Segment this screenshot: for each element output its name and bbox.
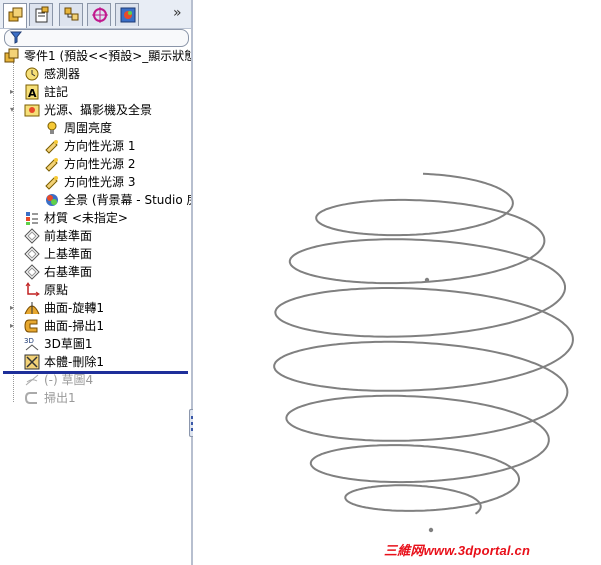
tree-item-label: 3D草圖1 — [44, 337, 93, 351]
tree-item-label: 光源、攝影機及全景 — [44, 103, 153, 117]
tab-display-manager[interactable] — [115, 3, 139, 26]
directional-light-icon — [45, 140, 58, 154]
expand-panel-button[interactable]: » — [173, 5, 182, 21]
helix-start-point[interactable] — [424, 277, 430, 283]
tree-item-label: 全景 (背景幕 - Studio 房間 — [64, 193, 211, 207]
tree-item-label: 右基準面 — [44, 265, 93, 279]
manager-tab-bar: » — [0, 0, 191, 29]
plane-icon — [24, 246, 40, 262]
graphics-viewport[interactable] — [193, 0, 601, 565]
tree-item-label: 方向性光源 1 — [64, 139, 136, 153]
sensor-icon — [25, 67, 39, 81]
tree-expander[interactable]: ▸ — [10, 304, 16, 312]
tree-item-label: 上基準面 — [44, 247, 93, 261]
svg-text:3D: 3D — [24, 337, 34, 345]
tree-item-label: 曲面-掃出1 — [44, 319, 104, 333]
property-manager-icon — [35, 6, 49, 23]
lights-cameras-icon — [24, 104, 40, 117]
delete-body-icon — [24, 354, 40, 370]
sweep-surface-icon — [24, 319, 38, 333]
helix-end-point[interactable] — [428, 527, 434, 533]
tree-root-label: 零件1 (預設<<預設>_顯示狀態 — [24, 49, 197, 63]
tab-feature-manager[interactable] — [3, 3, 27, 28]
revolve-surface-icon — [24, 302, 40, 315]
sketch-icon — [25, 374, 39, 386]
tree-item-label: 本體-刪除1 — [44, 355, 104, 369]
feature-tree-icon — [8, 7, 23, 22]
part-icon — [4, 48, 19, 63]
tree-item-label: 材質 <未指定> — [44, 211, 128, 225]
rollback-bar[interactable] — [3, 371, 188, 374]
tree-item-label: 曲面-旋轉1 — [44, 301, 104, 315]
material-icon — [26, 212, 38, 225]
filter-bar[interactable] — [4, 29, 189, 47]
tree-item-label: 註記 — [44, 85, 69, 99]
helix-curve[interactable] — [273, 172, 574, 515]
tree-item-label: 原點 — [44, 283, 69, 297]
tree-expander[interactable]: ▾ — [10, 106, 16, 114]
tree-item-label: 掃出1 — [44, 391, 76, 405]
display-manager-icon — [120, 7, 136, 23]
tree-item-label: 方向性光源 3 — [64, 175, 136, 189]
tab-property-manager[interactable] — [29, 3, 53, 26]
3d-sketch-icon: 3D — [24, 337, 39, 351]
plane-icon — [24, 228, 40, 244]
tree-item-label: 感測器 — [44, 67, 81, 81]
origin-icon — [25, 282, 40, 297]
tab-configuration-manager[interactable] — [59, 3, 83, 26]
sweep-icon — [24, 392, 37, 404]
scene-icon — [46, 194, 58, 206]
tab-dimxpert-manager[interactable] — [87, 3, 111, 26]
tree-item-label: 前基準面 — [44, 229, 93, 243]
tree-expander[interactable]: ▸ — [10, 322, 16, 330]
configuration-icon — [64, 7, 79, 21]
tree-item-label: 方向性光源 2 — [64, 157, 136, 171]
dimxpert-icon — [92, 7, 108, 23]
filter-icon — [10, 31, 22, 44]
annotation-icon: A — [25, 84, 39, 100]
tree-expander[interactable]: ▸ — [10, 88, 16, 96]
directional-light-icon — [45, 176, 58, 190]
directional-light-icon — [45, 158, 58, 172]
tree-item-label: 周圍亮度 — [64, 121, 113, 135]
watermark: 三維网www.3dportal.cn — [384, 543, 531, 558]
plane-icon — [24, 264, 40, 280]
svg-text:A: A — [28, 87, 37, 100]
ambient-light-icon — [47, 121, 57, 134]
feature-manager-panel: » 零件1 (預設<<預設>_顯示狀態感測器 A 註記 ▸ 光源、攝影機及全景 ▾ 周圍亮度… — [0, 0, 211, 565]
